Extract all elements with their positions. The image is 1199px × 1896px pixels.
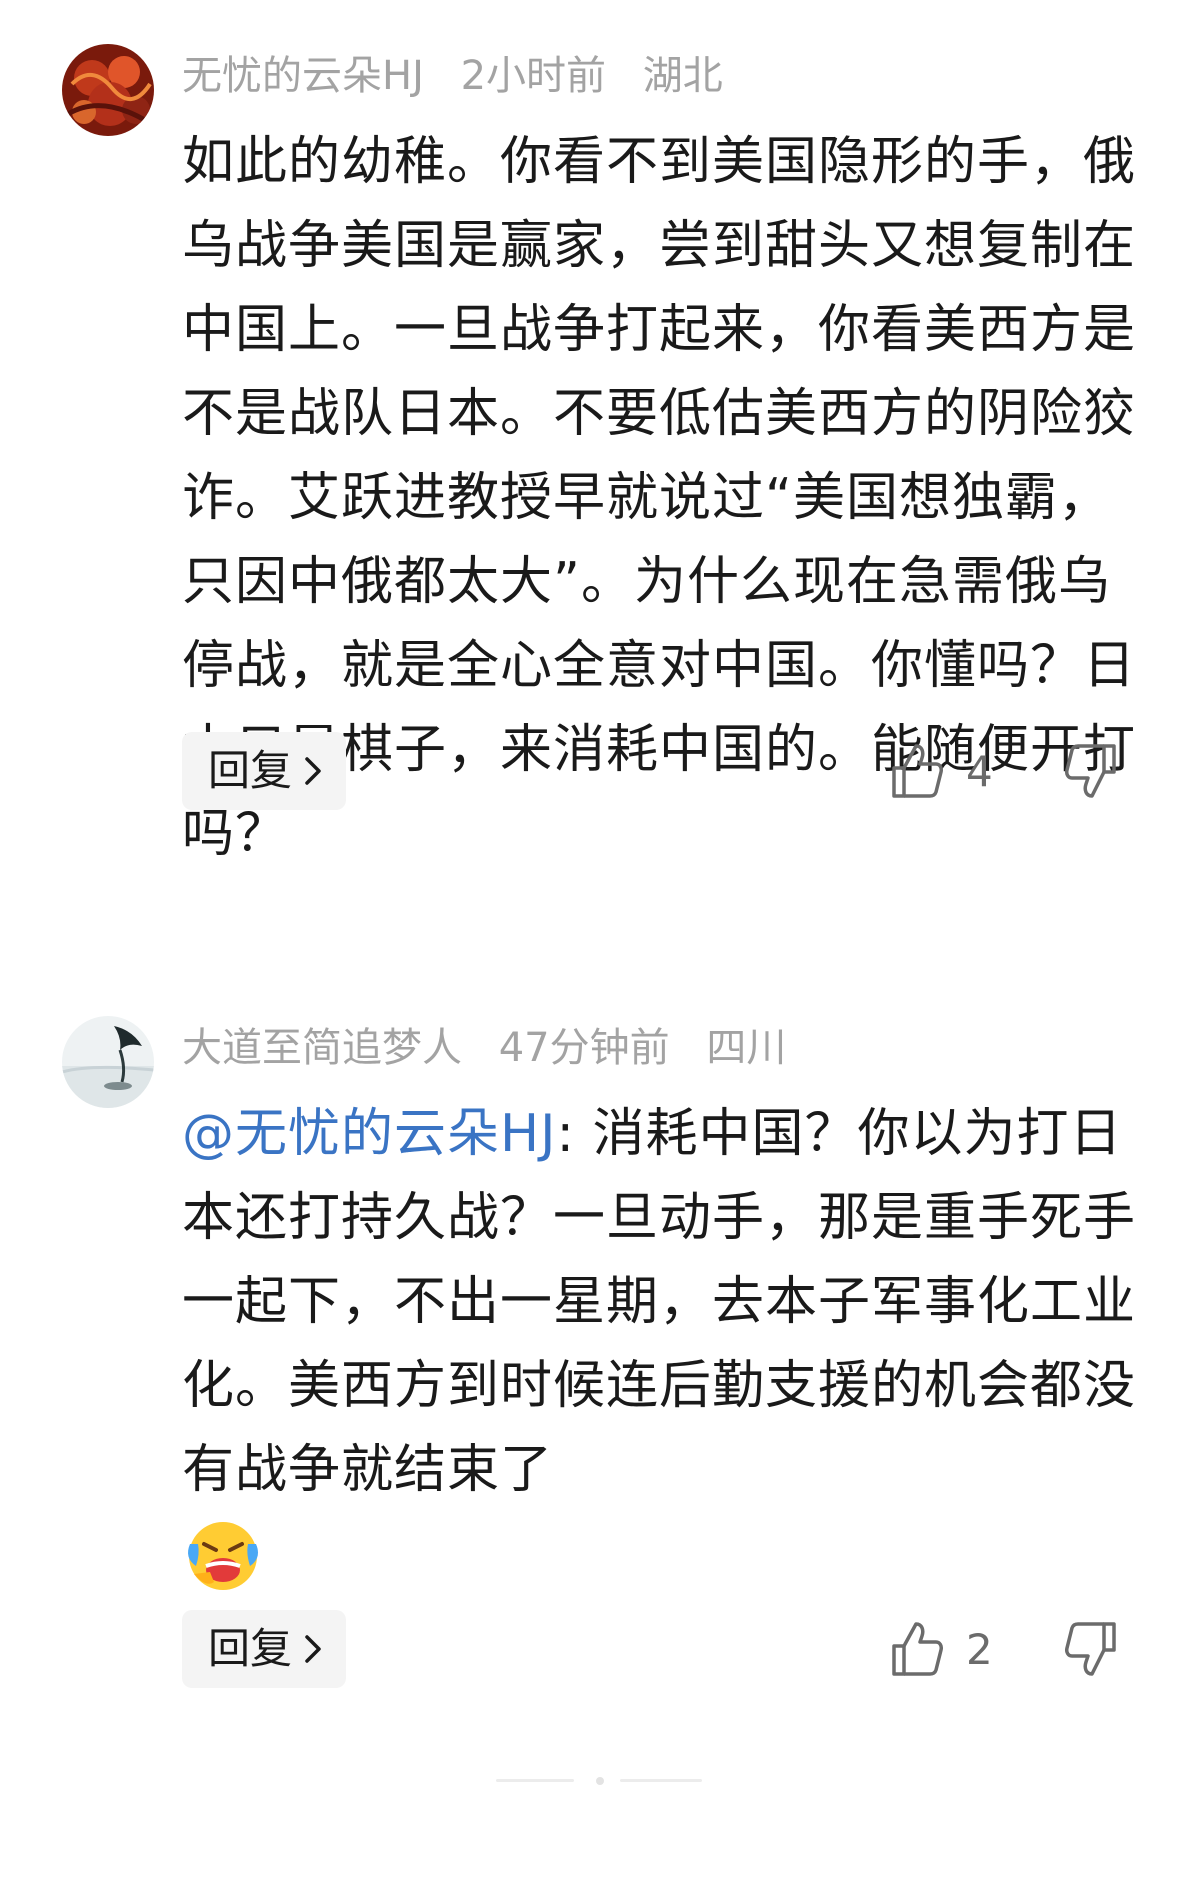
page-indicator	[496, 1776, 706, 1786]
timestamp: 2小时前	[460, 53, 607, 99]
dislike-button[interactable]	[1064, 742, 1118, 800]
chevron-right-icon	[305, 757, 321, 785]
user-avatar[interactable]	[62, 1016, 154, 1108]
thumbs-down-icon	[1065, 1622, 1116, 1676]
thumbs-up-icon	[892, 1622, 943, 1676]
dislike-button[interactable]	[1064, 1620, 1118, 1678]
user-avatar[interactable]	[62, 44, 154, 136]
chevron-right-icon	[305, 1635, 321, 1663]
thumbs-up-icon	[892, 744, 943, 798]
avatar-image	[62, 1016, 154, 1108]
reply-button[interactable]: 回复	[182, 1610, 347, 1688]
laughing-crying-emoji-icon	[182, 1514, 264, 1596]
like-count: 2	[966, 1624, 993, 1674]
comment-meta: 大道至简追梦人 47分钟前 四川	[182, 1020, 810, 1076]
like-button[interactable]: 4	[890, 732, 993, 810]
indicator-dot	[596, 1777, 604, 1785]
indicator-bar	[620, 1779, 702, 1782]
timestamp: 47分钟前	[498, 1025, 670, 1071]
indicator-bar	[496, 1779, 574, 1782]
comment-text: @无忧的云朵HJ: 消耗中国？你以为打日本还打持久战？一旦动手，那是重手死手一起…	[182, 1092, 1142, 1512]
avatar-image	[62, 44, 154, 136]
username[interactable]: 无忧的云朵HJ	[182, 53, 424, 99]
like-button[interactable]: 2	[890, 1610, 993, 1688]
thumbs-down-icon	[1065, 744, 1116, 798]
reply-label: 回复	[208, 746, 293, 795]
like-count: 4	[966, 746, 993, 796]
mention-link[interactable]: @无忧的云朵HJ	[182, 1104, 556, 1164]
comment-meta: 无忧的云朵HJ 2小时前 湖北	[182, 48, 747, 104]
location: 湖北	[642, 53, 723, 99]
location: 四川	[706, 1025, 787, 1071]
username[interactable]: 大道至简追梦人	[182, 1025, 462, 1071]
reply-label: 回复	[208, 1624, 293, 1673]
reply-button[interactable]: 回复	[182, 732, 347, 810]
